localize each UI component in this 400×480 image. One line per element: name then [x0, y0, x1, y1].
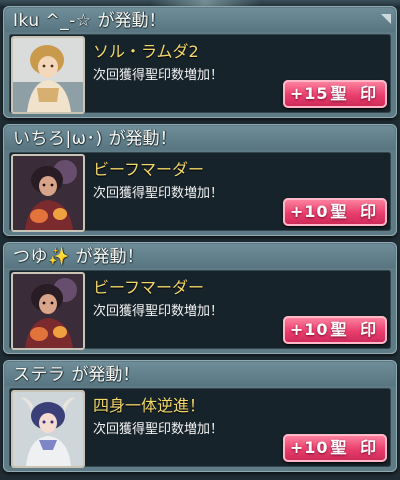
trigger-text: が発動！ — [97, 11, 166, 31]
card-title: いちろ|ω･) が発動！ — [13, 128, 177, 150]
skill-description: 次回獲得聖印数増加！ — [93, 422, 224, 437]
skill-description: 次回獲得聖印数増加！ — [93, 304, 224, 319]
hero-blonde-icon — [11, 36, 85, 114]
trigger-text: が発動！ — [108, 129, 177, 149]
hero-dark-icon — [11, 272, 85, 350]
trigger-text: が発動！ — [75, 247, 144, 267]
skill-name: ビーフマーダー — [93, 278, 205, 297]
bonus-unit: 聖 印 — [330, 84, 381, 103]
bonus-badge: +10 聖 印 — [283, 316, 387, 344]
card-header: つゆ✨ が発動！ — [5, 244, 395, 268]
card-body: ビーフマーダー 次回獲得聖印数増加！ +10 聖 印 — [9, 270, 391, 350]
bonus-unit: 聖 印 — [330, 320, 381, 339]
skill-description: 次回獲得聖印数増加！ — [93, 68, 224, 83]
card-header: Iku ^_-☆ が発動！ — [5, 8, 395, 32]
card-body: ソル・ラムダ2 次回獲得聖印数増加！ +15 聖 印 — [9, 34, 391, 114]
skill-description: 次回獲得聖印数増加！ — [93, 186, 224, 201]
player-name: ステラ — [13, 365, 66, 385]
trigger-text: が発動！ — [71, 365, 140, 385]
card-body: 四身一体逆進！ 次回獲得聖印数増加！ +10 聖 印 — [9, 388, 391, 468]
skill-name: 四身一体逆進！ — [93, 396, 206, 415]
skill-name: ビーフマーダー — [93, 160, 205, 179]
bonus-unit: 聖 印 — [330, 202, 381, 221]
player-name: Iku ^_-☆ — [13, 11, 92, 31]
bonus-badge: +15 聖 印 — [283, 80, 387, 108]
bonus-value: +15 — [289, 84, 329, 103]
notification-card: つゆ✨ が発動！ ビーフマーダー 次回獲得聖印数増加！ +10 聖 印 — [3, 242, 397, 354]
bonus-badge: +10 聖 印 — [283, 198, 387, 226]
skill-name: ソル・ラムダ2 — [93, 42, 199, 61]
bonus-unit: 聖 印 — [330, 438, 381, 457]
card-title: つゆ✨ が発動！ — [13, 246, 144, 268]
bonus-value: +10 — [289, 438, 329, 457]
hero-dark-icon — [11, 154, 85, 232]
player-name: いちろ|ω･) — [13, 129, 103, 149]
hero-horned-icon — [11, 390, 85, 468]
notification-card: ステラ が発動！ 四身一体逆進！ 次回獲得聖印数増加！ +10 聖 印 — [3, 360, 397, 472]
card-title: Iku ^_-☆ が発動！ — [13, 10, 166, 32]
card-title: ステラ が発動！ — [13, 364, 140, 386]
card-header: ステラ が発動！ — [5, 362, 395, 386]
card-body: ビーフマーダー 次回獲得聖印数増加！ +10 聖 印 — [9, 152, 391, 232]
player-name: つゆ✨ — [13, 247, 70, 267]
bonus-badge: +10 聖 印 — [283, 434, 387, 462]
notification-card: いちろ|ω･) が発動！ ビーフマーダー 次回獲得聖印数増加！ +10 聖 印 — [3, 124, 397, 236]
corner-accent — [381, 14, 391, 24]
notification-card: Iku ^_-☆ が発動！ ソル・ラムダ2 次回獲得聖印数増加！ +15 聖 印 — [3, 6, 397, 118]
bonus-value: +10 — [289, 202, 329, 221]
bonus-value: +10 — [289, 320, 329, 339]
card-header: いちろ|ω･) が発動！ — [5, 126, 395, 150]
